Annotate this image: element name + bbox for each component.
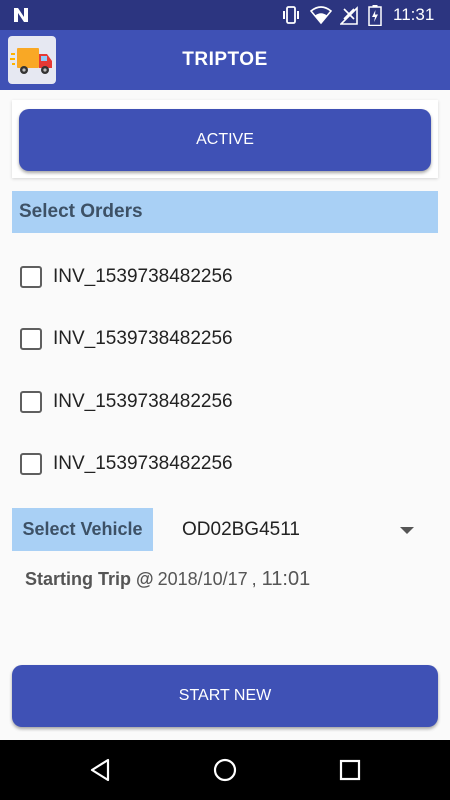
trip-separator: ,	[251, 569, 257, 589]
order-item[interactable]: INV_1539738482256	[20, 263, 233, 291]
active-button[interactable]: ACTIVE	[19, 109, 431, 171]
app-title: TRIPTOE	[182, 49, 268, 70]
vehicle-selected-value: OD02BG4511	[182, 519, 300, 540]
order-checkbox[interactable]	[20, 328, 42, 350]
back-icon[interactable]	[86, 755, 116, 785]
starting-trip-info: Starting Trip @ 2018/10/17 , 11:01	[25, 568, 310, 591]
order-item[interactable]: INV_1539738482256	[20, 450, 233, 478]
vibrate-icon	[283, 6, 299, 24]
starting-trip-label: Starting Trip @	[25, 569, 154, 589]
battery-icon	[368, 5, 382, 26]
order-item[interactable]: INV_1539738482256	[20, 325, 233, 353]
order-label: INV_1539738482256	[53, 453, 233, 474]
order-checkbox[interactable]	[20, 391, 42, 413]
order-label: INV_1539738482256	[53, 391, 233, 412]
dropdown-arrow-icon	[400, 527, 414, 534]
trip-time: 11:01	[261, 568, 311, 590]
wifi-icon	[310, 6, 332, 25]
recent-apps-icon[interactable]	[335, 755, 365, 785]
status-bar: 11:31	[0, 0, 450, 30]
signal-icon	[340, 6, 358, 25]
vehicle-dropdown[interactable]: OD02BG4511	[170, 510, 425, 550]
start-new-button[interactable]: START NEW	[12, 665, 438, 727]
select-orders-header: Select Orders	[12, 191, 438, 233]
select-vehicle-label: Select Vehicle	[12, 508, 153, 551]
order-checkbox[interactable]	[20, 453, 42, 475]
order-label: INV_1539738482256	[53, 266, 233, 287]
order-checkbox[interactable]	[20, 266, 42, 288]
trip-date: 2018/10/17	[157, 569, 248, 589]
app-bar: TRIPTOE	[0, 30, 450, 90]
home-icon[interactable]	[210, 755, 240, 785]
order-item[interactable]: INV_1539738482256	[20, 388, 233, 416]
n-notification-icon	[14, 8, 28, 22]
order-label: INV_1539738482256	[53, 328, 233, 349]
navigation-bar	[0, 740, 450, 800]
status-time: 11:31	[393, 5, 435, 24]
